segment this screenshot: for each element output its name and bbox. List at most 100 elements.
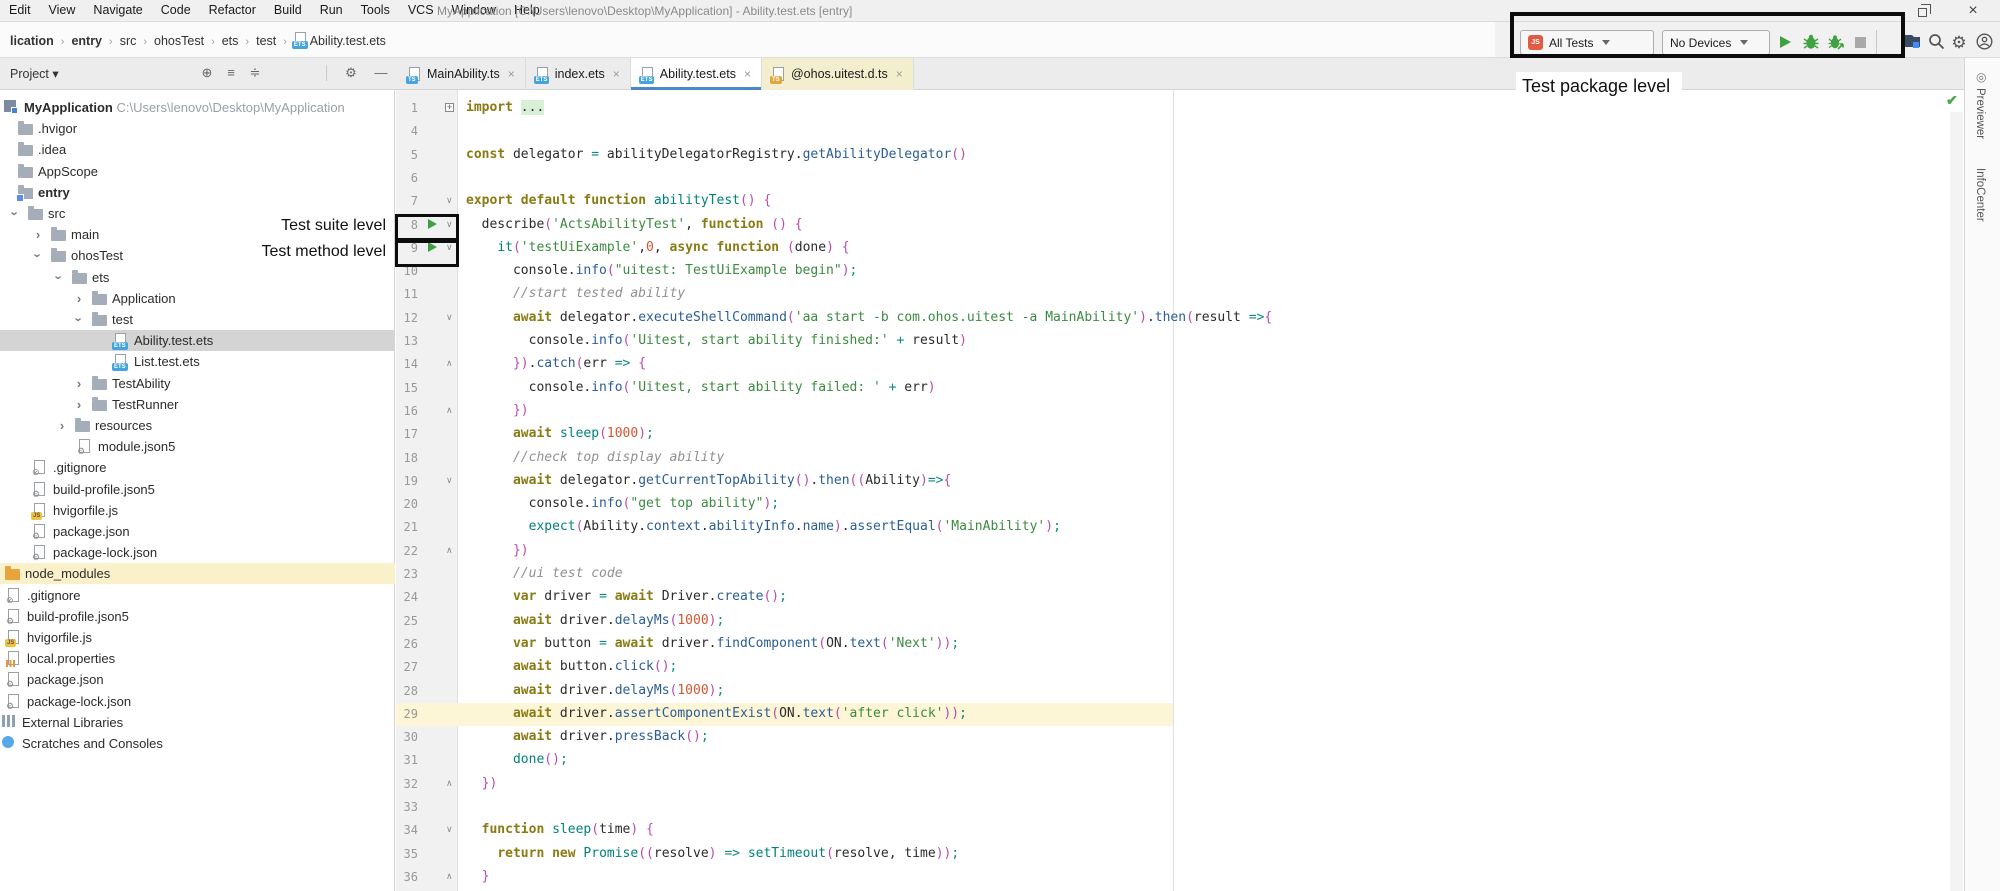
tree-row-package-json[interactable]: ⚙package.json (0, 669, 395, 690)
code-line[interactable]: it('testUiExample',0, async function (do… (466, 240, 850, 255)
menu-item-code[interactable]: Code (152, 0, 200, 22)
code-line[interactable]: await delegator.executeShellCommand('aa … (466, 310, 1272, 325)
profiler-icon[interactable] (1902, 33, 1922, 53)
chevron-collapsed-icon[interactable]: › (74, 288, 84, 309)
menu-item-view[interactable]: View (40, 0, 85, 22)
tree-row-resources[interactable]: ›resources (0, 415, 395, 436)
restore-window-icon[interactable] (1908, 5, 1938, 23)
close-window-icon[interactable]: × (1958, 2, 1988, 20)
code-line[interactable]: return new Promise((resolve) => setTimeo… (466, 846, 959, 861)
fold-expand-icon[interactable]: + (445, 103, 454, 112)
code-line[interactable]: await delegator.getCurrentTopAbility().t… (466, 473, 951, 488)
fold-end-icon[interactable]: ∧ (446, 405, 453, 416)
code-line[interactable]: console.info('Uitest, start ability fini… (466, 333, 967, 348)
tree-row--gitignore[interactable]: ⊘.gitignore (0, 585, 395, 606)
tree-row-hvigorfile-js[interactable]: JShvigorfile.js (0, 627, 395, 648)
code-line[interactable]: await driver.assertComponentExist(ON.tex… (466, 706, 967, 721)
tool-stripe-previewer[interactable]: Previewer (1974, 88, 1986, 139)
menu-item-build[interactable]: Build (265, 0, 311, 22)
breadcrumb-item-ability-test-ets[interactable]: ETS Ability.test.ets (292, 32, 388, 48)
tab-ability-test-ets[interactable]: ETSAbility.test.ets× (631, 58, 762, 90)
inspections-ok-check[interactable]: ✔ (1946, 92, 1958, 109)
tab-close-icon[interactable]: × (744, 67, 751, 81)
tree-row--hvigor[interactable]: .hvigor (0, 118, 395, 139)
code-line[interactable]: console.info("get top ability"); (466, 496, 779, 511)
tree-row-testability[interactable]: ›TestAbility (0, 373, 395, 394)
settings-gear-icon[interactable]: ⚙ (1949, 33, 1969, 53)
menu-item-vcs[interactable]: VCS (399, 0, 443, 22)
tree-row-list-test-ets[interactable]: ETSList.test.ets (0, 351, 395, 372)
fold-start-icon[interactable]: ∨ (446, 195, 453, 206)
code-line[interactable]: import ... (466, 100, 544, 115)
code-line[interactable]: var driver = await Driver.create(); (466, 589, 787, 604)
code-line[interactable]: }).catch(err => { (466, 356, 646, 371)
account-icon[interactable] (1974, 33, 1994, 53)
menu-item-navigate[interactable]: Navigate (84, 0, 151, 22)
tree-row-package-lock-json[interactable]: ⚙package-lock.json (0, 691, 395, 712)
code-line[interactable]: //ui test code (466, 566, 623, 581)
code-line[interactable]: export default function abilityTest() { (466, 193, 771, 208)
fold-start-icon[interactable]: ∨ (446, 824, 453, 835)
breadcrumb-item-ets[interactable]: ets (220, 34, 241, 48)
chevron-collapsed-icon[interactable]: › (57, 415, 67, 436)
fold-end-icon[interactable]: ∧ (446, 778, 453, 789)
tab-close-icon[interactable]: × (896, 67, 903, 81)
chevron-expanded-icon[interactable]: › (5, 209, 26, 219)
tab-close-icon[interactable]: × (508, 67, 515, 81)
code-line[interactable]: expect(Ability.context.abilityInfo.name)… (466, 519, 1061, 534)
chevron-expanded-icon[interactable]: › (28, 251, 49, 261)
panel-settings-gear-icon[interactable]: ⚙ (342, 65, 360, 81)
code-line[interactable]: await driver.delayMs(1000); (466, 683, 724, 698)
chevron-expanded-icon[interactable]: › (69, 315, 90, 325)
tree-row-myapplication[interactable]: MyApplication C:\Users\lenovo\Desktop\My… (0, 97, 395, 118)
tree-row-package-lock-json[interactable]: ⚙package-lock.json (0, 542, 395, 563)
locate-icon[interactable]: ⊕ (198, 65, 216, 81)
code-line[interactable]: }) (466, 776, 497, 791)
editor-scrollbar[interactable] (1950, 112, 1963, 891)
tree-row-scratches-and-consoles[interactable]: Scratches and Consoles (0, 733, 395, 754)
hide-panel-icon[interactable]: — (372, 65, 390, 80)
code-editor[interactable]: 1+import ...45const delegator = abilityD… (396, 90, 1950, 891)
expand-all-icon[interactable]: ≡ (222, 65, 240, 80)
code-line[interactable]: await button.click(); (466, 659, 677, 674)
menu-item-run[interactable]: Run (311, 0, 352, 22)
code-line[interactable]: }) (466, 403, 529, 418)
code-line[interactable]: const delegator = abilityDelegatorRegist… (466, 147, 967, 162)
tree-row-build-profile-json5[interactable]: ⚙build-profile.json5 (0, 606, 395, 627)
tree-row-node-modules[interactable]: node_modules (0, 563, 395, 584)
tree-row-appscope[interactable]: AppScope (0, 161, 395, 182)
code-line[interactable]: await driver.pressBack(); (466, 729, 709, 744)
menu-item-refactor[interactable]: Refactor (200, 0, 265, 22)
fold-start-icon[interactable]: ∨ (446, 475, 453, 486)
tree-row-testrunner[interactable]: ›TestRunner (0, 394, 395, 415)
code-line[interactable]: await driver.delayMs(1000); (466, 613, 724, 628)
code-line[interactable]: } (466, 869, 489, 884)
chevron-collapsed-icon[interactable]: › (33, 224, 43, 245)
project-panel-title[interactable]: Project ▾ (10, 66, 59, 81)
tree-row-module-json5[interactable]: ⚙module.json5 (0, 436, 395, 457)
search-icon[interactable] (1926, 33, 1946, 53)
breadcrumb-item-lication[interactable]: lication (8, 34, 56, 48)
breadcrumb-item-ohostest[interactable]: ohosTest (152, 34, 206, 48)
breadcrumb-item-entry[interactable]: entry (69, 34, 104, 48)
tree-row--gitignore[interactable]: ⊘.gitignore (0, 457, 395, 478)
tree-row-entry[interactable]: entry (0, 182, 395, 203)
code-line[interactable]: done(); (466, 752, 568, 767)
breadcrumb-item-test[interactable]: test (254, 34, 278, 48)
code-line[interactable]: }) (466, 543, 529, 558)
tree-row--idea[interactable]: .idea (0, 139, 395, 160)
tree-row-hvigorfile-js[interactable]: JShvigorfile.js (0, 500, 395, 521)
tree-row-local-properties[interactable]: local.properties (0, 648, 395, 669)
tab-index-ets[interactable]: ETSindex.ets× (526, 58, 631, 90)
code-line[interactable]: function sleep(time) { (466, 822, 654, 837)
tab--ohos-uitest-d-ts[interactable]: TS@ohos.uitest.d.ts× (762, 58, 914, 90)
tree-row-test[interactable]: ›test (0, 309, 395, 330)
tree-row-build-profile-json5[interactable]: ⚙build-profile.json5 (0, 479, 395, 500)
code-line[interactable]: var button = await driver.findComponent(… (466, 636, 959, 651)
tree-row-application[interactable]: ›Application (0, 288, 395, 309)
tab-close-icon[interactable]: × (613, 67, 620, 81)
tree-row-package-json[interactable]: ⚙package.json (0, 521, 395, 542)
code-line[interactable]: await sleep(1000); (466, 426, 654, 441)
collapse-all-icon[interactable]: ≑ (246, 65, 264, 81)
breadcrumb-item-src[interactable]: src (118, 34, 139, 48)
